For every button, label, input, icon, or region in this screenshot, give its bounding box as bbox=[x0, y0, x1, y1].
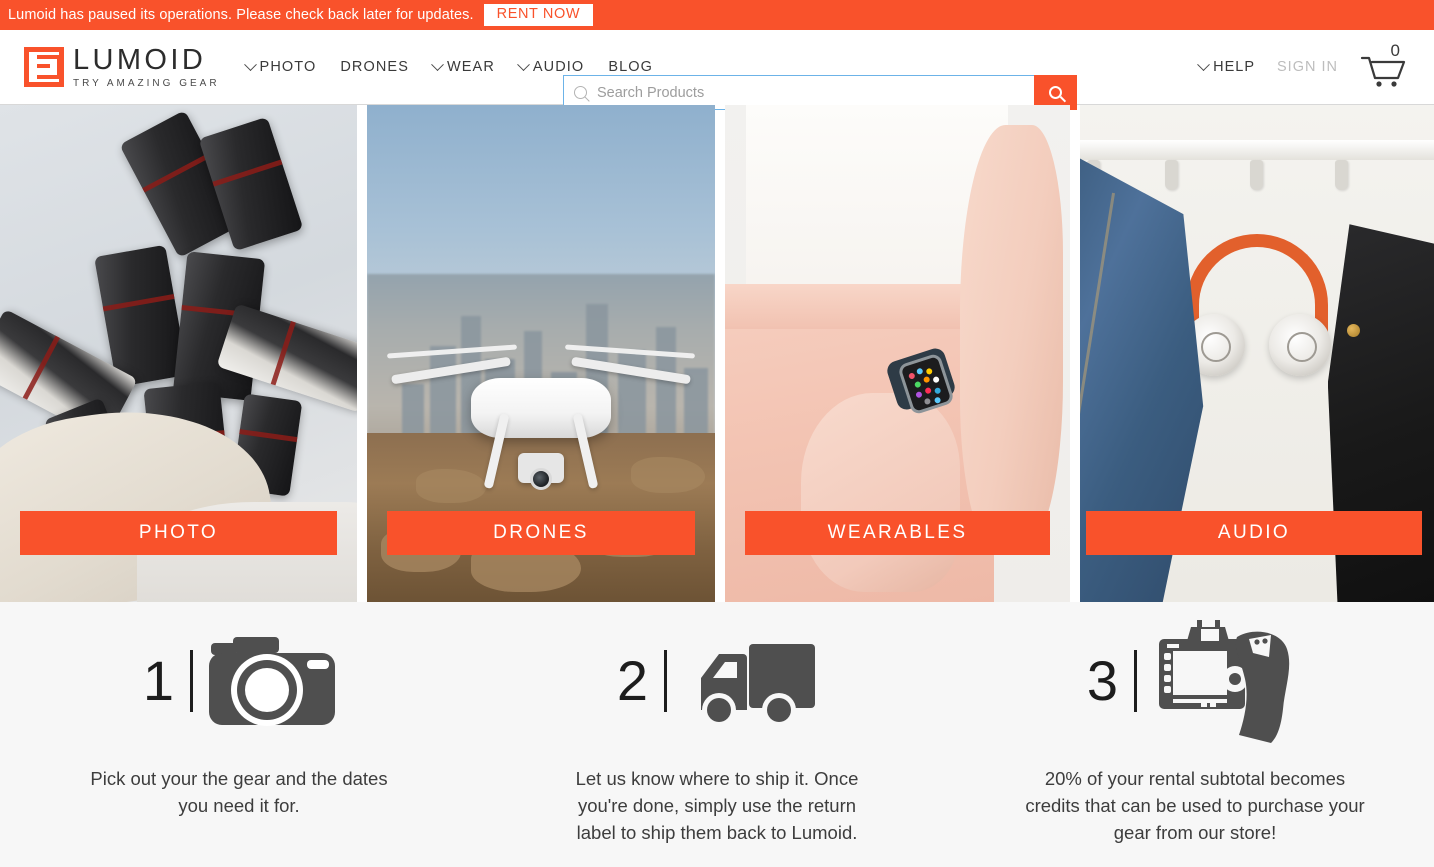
logo-home-link[interactable]: LUMOID TRY AMAZING GEAR bbox=[24, 43, 220, 89]
step-2-number: 2 bbox=[616, 648, 649, 712]
nav-item-wear[interactable]: WEAR bbox=[431, 57, 495, 75]
nav-item-photo[interactable]: PHOTO bbox=[243, 57, 317, 75]
header-utility-links: HELP SIGN IN 0 bbox=[1197, 41, 1424, 90]
chevron-down-icon bbox=[243, 57, 257, 71]
logo-text: LUMOID TRY AMAZING GEAR bbox=[73, 43, 220, 89]
announcement-bar: Lumoid has paused its operations. Please… bbox=[0, 0, 1434, 30]
step-3-header: 3 bbox=[1087, 618, 1303, 743]
step-3-number: 3 bbox=[1086, 648, 1119, 712]
category-button-photo[interactable]: PHOTO bbox=[20, 511, 337, 555]
how-it-works-steps: 1 Pick out your the gear and the dates y… bbox=[0, 602, 1434, 867]
nav-item-audio[interactable]: AUDIO bbox=[517, 57, 585, 75]
chevron-down-icon bbox=[1197, 57, 1210, 71]
chevron-down-icon bbox=[517, 57, 530, 71]
category-tile-photo[interactable]: PHOTO bbox=[0, 105, 357, 602]
announcement-text: Lumoid has paused its operations. Please… bbox=[8, 7, 474, 23]
cart-count-badge: 0 bbox=[1390, 41, 1400, 60]
step-1-header: 1 bbox=[142, 618, 336, 743]
logo-tagline: TRY AMAZING GEAR bbox=[73, 77, 220, 89]
search-icon bbox=[1046, 83, 1065, 102]
nav-label-photo: PHOTO bbox=[259, 59, 317, 75]
step-1: 1 Pick out your the gear and the dates y… bbox=[0, 618, 478, 867]
step-2-header: 2 bbox=[617, 618, 817, 743]
camera-icon bbox=[209, 633, 336, 729]
step-1-text: Pick out your the gear and the dates you… bbox=[90, 768, 388, 816]
nav-label-wear: WEAR bbox=[446, 59, 495, 75]
nav-item-drones[interactable]: DRONES bbox=[340, 59, 409, 75]
help-menu[interactable]: HELP bbox=[1197, 57, 1256, 75]
step-divider bbox=[1134, 649, 1138, 712]
nav-label-blog: BLOG bbox=[608, 59, 654, 75]
step-2-text: Let us know where to ship it. Once you'r… bbox=[575, 768, 859, 843]
category-tile-wearables[interactable]: WEARABLES bbox=[725, 105, 1070, 602]
step-3-text: 20% of your rental subtotal becomes cred… bbox=[1025, 768, 1365, 843]
step-divider bbox=[190, 649, 194, 712]
sign-in-link[interactable]: SIGN IN bbox=[1277, 59, 1338, 75]
chevron-down-icon bbox=[431, 57, 444, 71]
step-2: 2 Let us know where to ship it. Once you… bbox=[478, 618, 956, 867]
nav-label-audio: AUDIO bbox=[532, 59, 585, 75]
category-tile-drones[interactable]: DRONES bbox=[367, 105, 715, 602]
category-button-wearables[interactable]: WEARABLES bbox=[745, 511, 1050, 555]
site-header: LUMOID TRY AMAZING GEAR PHOTO DRONES WEA… bbox=[0, 30, 1434, 110]
category-tile-audio[interactable]: AUDIO bbox=[1080, 105, 1434, 602]
cart-button[interactable]: 0 bbox=[1360, 41, 1406, 90]
category-button-drones[interactable]: DRONES bbox=[387, 511, 695, 555]
step-divider bbox=[664, 649, 668, 712]
search-icon bbox=[571, 83, 590, 102]
category-button-audio[interactable]: AUDIO bbox=[1086, 511, 1422, 555]
main-navigation: PHOTO DRONES WEAR AUDIO BLOG bbox=[243, 57, 653, 75]
step-1-number: 1 bbox=[142, 648, 175, 712]
logo-wordmark: LUMOID bbox=[73, 43, 207, 76]
category-tiles: PHOTO DRONES WEARABLES AUDIO bbox=[0, 105, 1434, 602]
hand-holding-camera-icon bbox=[1153, 617, 1303, 745]
delivery-truck-icon bbox=[683, 634, 817, 728]
lumoid-logo-icon bbox=[24, 47, 64, 87]
rent-now-button[interactable]: RENT NOW bbox=[483, 3, 594, 27]
step-3: 3 20% of your rental subtotal becomes cr… bbox=[956, 618, 1434, 867]
nav-item-blog[interactable]: BLOG bbox=[608, 59, 653, 75]
help-label: HELP bbox=[1213, 59, 1256, 75]
nav-label-drones: DRONES bbox=[340, 59, 409, 75]
